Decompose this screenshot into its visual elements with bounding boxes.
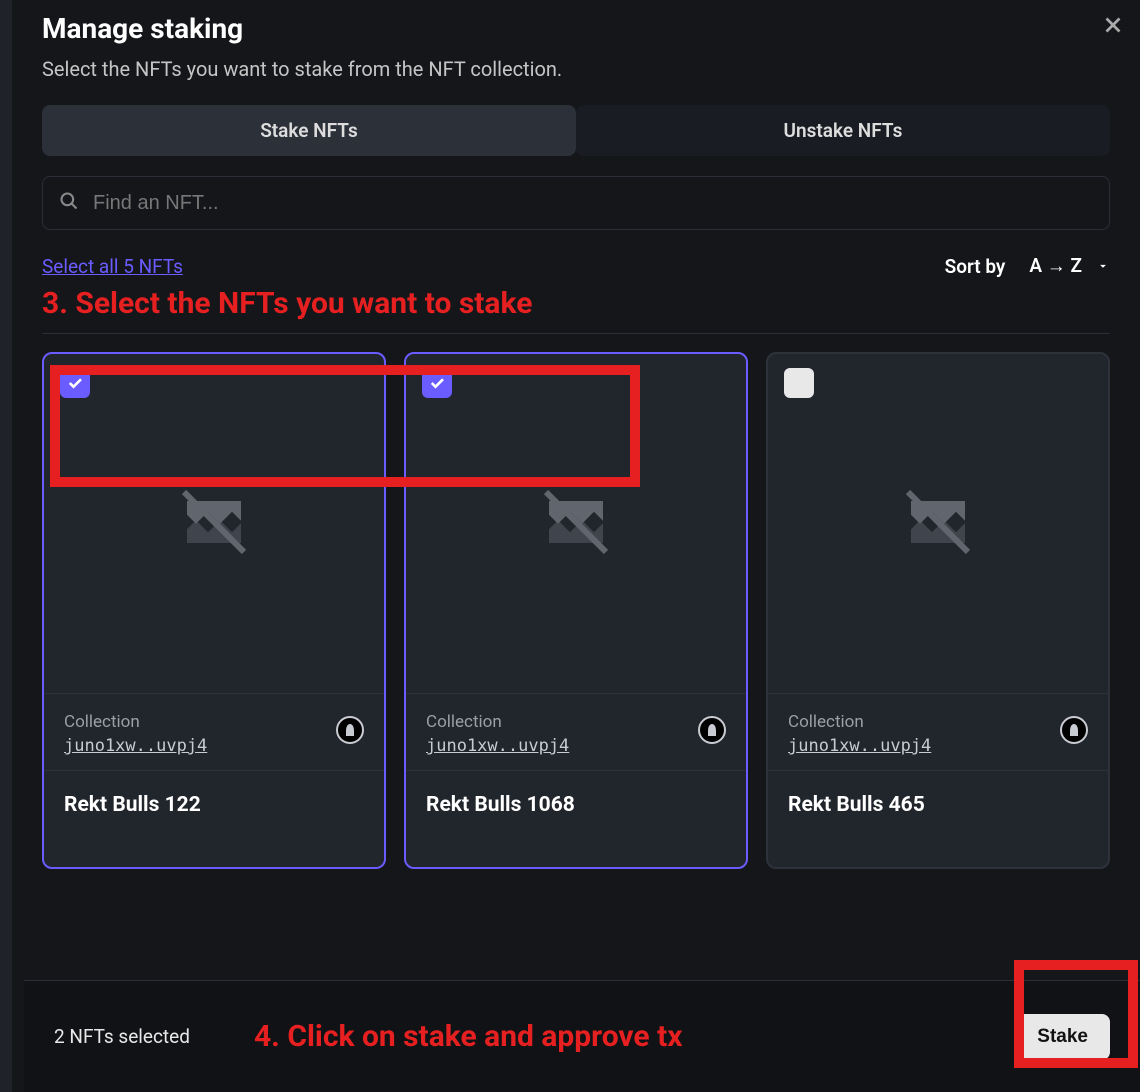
sort-label: Sort by bbox=[945, 255, 1006, 278]
tab-stake[interactable]: Stake NFTs bbox=[42, 105, 576, 156]
nft-image-area bbox=[44, 354, 384, 694]
search-icon bbox=[59, 191, 79, 215]
nft-grid: Collection juno1xw..uvpj4 Rekt Bulls 122… bbox=[42, 352, 1110, 869]
footer-bar: 2 NFTs selected 4. Click on stake and ap… bbox=[24, 980, 1140, 1092]
collection-badge-icon bbox=[698, 716, 726, 744]
nft-card[interactable]: Collection juno1xw..uvpj4 Rekt Bulls 106… bbox=[404, 352, 748, 869]
search-input[interactable] bbox=[93, 192, 1093, 215]
nft-card[interactable]: Collection juno1xw..uvpj4 Rekt Bulls 122 bbox=[42, 352, 386, 869]
broken-image-icon bbox=[178, 486, 250, 562]
stake-button[interactable]: Stake bbox=[1015, 1014, 1110, 1060]
nft-name: Rekt Bulls 1068 bbox=[406, 771, 746, 867]
nft-checkbox[interactable] bbox=[784, 368, 814, 398]
nft-meta: Collection juno1xw..uvpj4 bbox=[44, 694, 384, 771]
chevron-down-icon bbox=[1096, 259, 1110, 273]
nft-card[interactable]: Collection juno1xw..uvpj4 Rekt Bulls 465 bbox=[766, 352, 1110, 869]
nft-image-area bbox=[406, 354, 746, 694]
sort-dropdown[interactable]: A → Z bbox=[1029, 254, 1110, 278]
collection-label: Collection bbox=[788, 712, 1060, 732]
sort-value-text: A → Z bbox=[1029, 254, 1082, 278]
collection-address[interactable]: juno1xw..uvpj4 bbox=[426, 736, 569, 756]
annotation-step3: 3. Select the NFTs you want to stake bbox=[42, 286, 1110, 321]
collection-label: Collection bbox=[426, 712, 698, 732]
divider bbox=[42, 333, 1110, 334]
collection-address[interactable]: juno1xw..uvpj4 bbox=[788, 736, 931, 756]
list-controls: Select all 5 NFTs Sort by A → Z bbox=[42, 254, 1110, 278]
close-icon[interactable] bbox=[1100, 8, 1126, 46]
nft-image-area bbox=[768, 354, 1108, 694]
tabs: Stake NFTs Unstake NFTs bbox=[42, 105, 1110, 156]
nft-meta: Collection juno1xw..uvpj4 bbox=[768, 694, 1108, 771]
annotation-step4: 4. Click on stake and approve tx bbox=[254, 1019, 1015, 1054]
collection-address[interactable]: juno1xw..uvpj4 bbox=[64, 736, 207, 756]
collection-label: Collection bbox=[64, 712, 336, 732]
sort-group: Sort by A → Z bbox=[945, 254, 1110, 278]
broken-image-icon bbox=[540, 486, 612, 562]
nft-meta: Collection juno1xw..uvpj4 bbox=[406, 694, 746, 771]
nft-name: Rekt Bulls 465 bbox=[768, 771, 1108, 867]
nft-checkbox[interactable] bbox=[422, 368, 452, 398]
select-all-link[interactable]: Select all 5 NFTs bbox=[42, 255, 183, 278]
nft-name: Rekt Bulls 122 bbox=[44, 771, 384, 867]
nft-checkbox[interactable] bbox=[60, 368, 90, 398]
collection-badge-icon bbox=[336, 716, 364, 744]
broken-image-icon bbox=[902, 486, 974, 562]
collection-badge-icon bbox=[1060, 716, 1088, 744]
search-input-wrapper[interactable] bbox=[42, 176, 1110, 230]
modal-title: Manage staking bbox=[42, 12, 1110, 45]
modal-subtitle: Select the NFTs you want to stake from t… bbox=[42, 57, 1110, 81]
tab-unstake[interactable]: Unstake NFTs bbox=[576, 105, 1110, 156]
manage-staking-modal: Manage staking Select the NFTs you want … bbox=[0, 0, 1140, 1092]
selected-count: 2 NFTs selected bbox=[54, 1025, 190, 1048]
